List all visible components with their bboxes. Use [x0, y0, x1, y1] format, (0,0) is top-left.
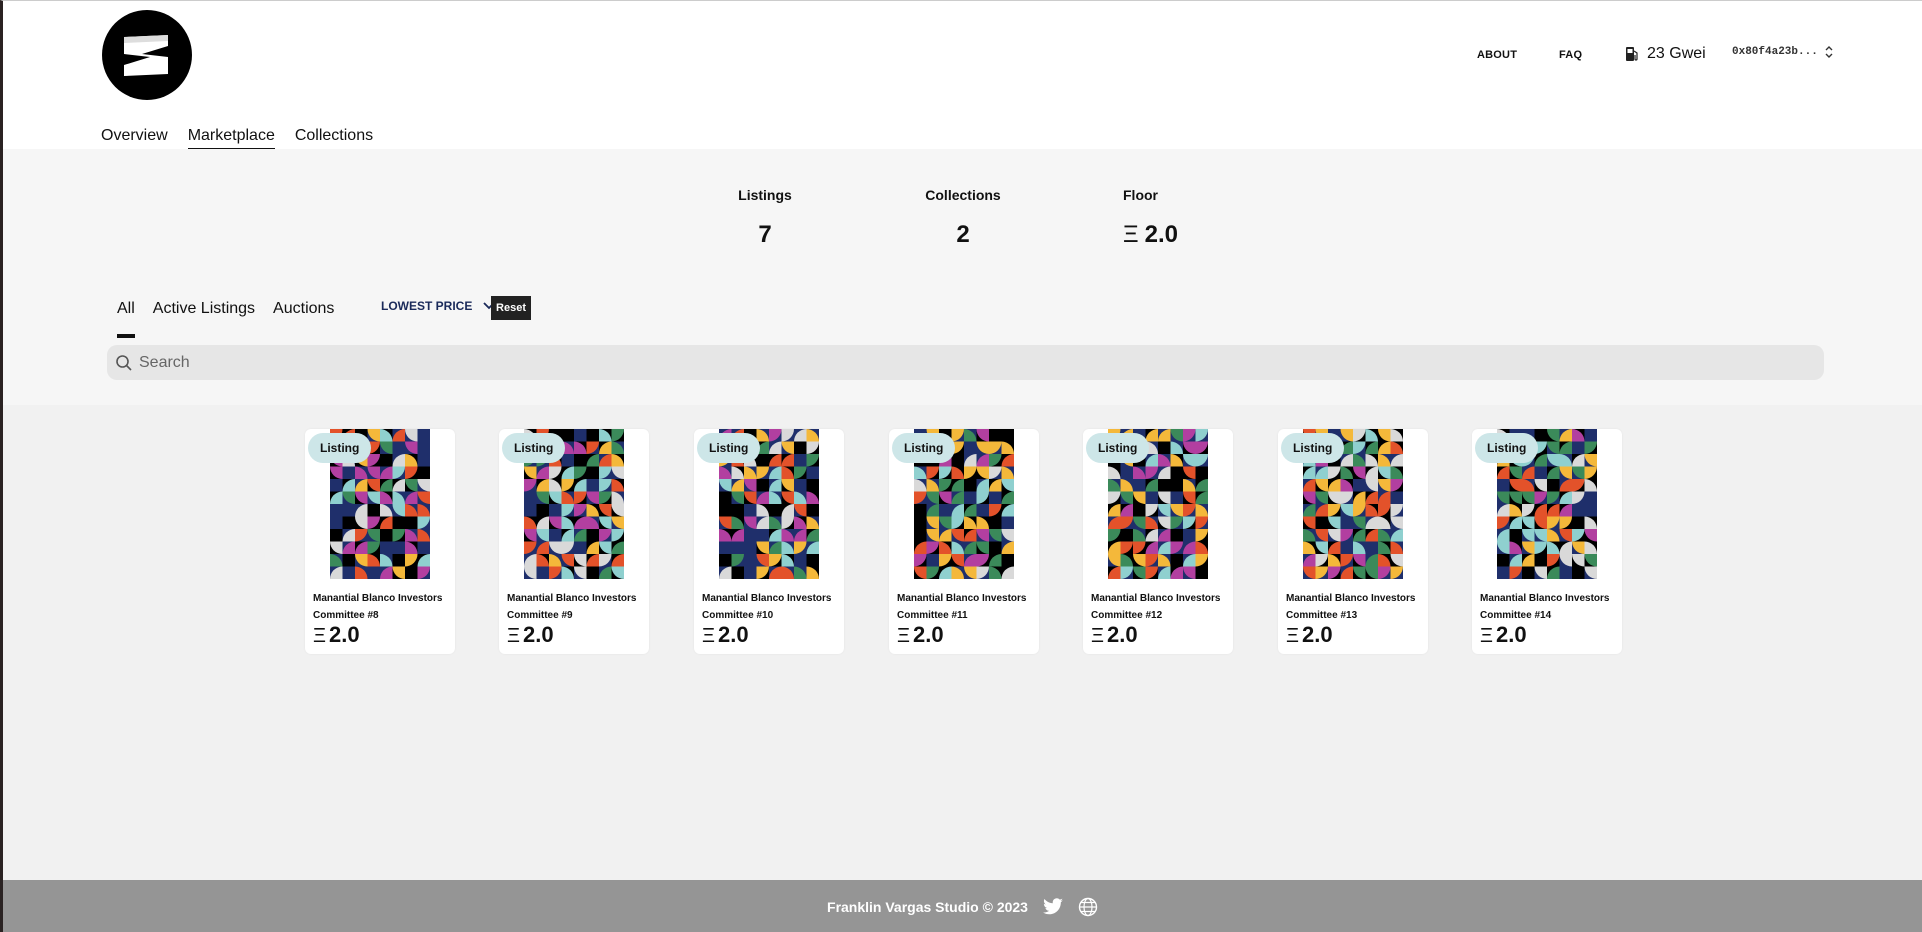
- nft-title: Manantial Blanco Investors Committee #14: [1480, 593, 1610, 621]
- eth-icon: Ξ: [897, 625, 910, 647]
- nft-price-value: 2.0: [523, 622, 554, 647]
- nft-card[interactable]: Listing Manantial Blanco Investors Commit…: [1278, 429, 1428, 654]
- about-link[interactable]: ABOUT: [1477, 49, 1517, 61]
- nft-price-value: 2.0: [1107, 622, 1138, 647]
- search-icon: [116, 354, 132, 371]
- nft-price-value: 2.0: [718, 622, 749, 647]
- nft-card[interactable]: Listing Manantial Blanco Investors Commit…: [1083, 429, 1233, 654]
- twitter-icon[interactable]: [1042, 897, 1064, 916]
- eth-icon: Ξ: [1286, 625, 1299, 647]
- footer-copyright: Franklin Vargas Studio © 2023: [827, 898, 1028, 915]
- sort-label: LOWEST PRICE: [381, 299, 473, 313]
- filter-tab-active-listings[interactable]: Active Listings: [153, 300, 255, 338]
- tab-collections[interactable]: Collections: [295, 127, 373, 151]
- stat-listings: Listings 7: [725, 187, 805, 249]
- eth-icon: Ξ: [702, 625, 715, 647]
- stat-label: Listings: [738, 187, 792, 203]
- nft-price: Ξ 2.0: [313, 622, 360, 648]
- nft-card[interactable]: Listing Manantial Blanco Investors Commit…: [889, 429, 1039, 654]
- stat-floor: Floor Ξ 2.0: [1123, 187, 1183, 249]
- header: ABOUT FAQ 23 Gwei 0x80f4a23b... Overview…: [3, 1, 1922, 151]
- nft-price: Ξ 2.0: [507, 622, 554, 648]
- faq-link[interactable]: FAQ: [1559, 49, 1582, 61]
- globe-icon[interactable]: [1078, 897, 1098, 917]
- wallet-selector[interactable]: 0x80f4a23b...: [1732, 45, 1834, 59]
- filters-panel: Listings 7 Collections 2 Floor Ξ 2.0 All …: [3, 149, 1922, 405]
- stat-label: Floor: [1123, 187, 1158, 203]
- nft-title: Manantial Blanco Investors Committee #13: [1286, 593, 1416, 621]
- eth-icon: Ξ: [507, 625, 520, 647]
- nft-price-value: 2.0: [1302, 622, 1333, 647]
- nft-price: Ξ 2.0: [1286, 622, 1333, 648]
- eth-icon: Ξ: [1091, 625, 1104, 647]
- footer: Franklin Vargas Studio © 2023: [3, 880, 1922, 932]
- tab-marketplace[interactable]: Marketplace: [187, 127, 275, 151]
- wallet-address: 0x80f4a23b...: [1732, 46, 1818, 58]
- eth-icon: Ξ: [1123, 221, 1139, 248]
- stat-label: Collections: [925, 187, 1001, 203]
- nft-title: Manantial Blanco Investors Committee #8: [313, 593, 443, 621]
- nft-price: Ξ 2.0: [1480, 622, 1527, 648]
- eth-icon: Ξ: [313, 625, 326, 647]
- logo[interactable]: [102, 10, 192, 100]
- floor-value: 2.0: [1144, 221, 1178, 248]
- nft-price: Ξ 2.0: [702, 622, 749, 648]
- logo-mark-icon: [124, 35, 168, 76]
- nft-price-value: 2.0: [329, 622, 360, 647]
- listing-badge: Listing: [1281, 433, 1345, 463]
- listing-badge: Listing: [1086, 433, 1150, 463]
- nft-price-value: 2.0: [1496, 622, 1527, 647]
- listing-badge: Listing: [308, 433, 372, 463]
- filter-tab-all[interactable]: All: [117, 300, 135, 338]
- listing-badge: Listing: [1475, 433, 1539, 463]
- main-tabs: Overview Marketplace Collections: [101, 127, 373, 151]
- stat-collections: Collections 2: [913, 187, 1013, 249]
- nft-card[interactable]: Listing Manantial Blanco Investors Commit…: [1472, 429, 1622, 654]
- listing-filter-tabs: All Active Listings Auctions: [117, 300, 334, 338]
- nft-title: Manantial Blanco Investors Committee #10: [702, 593, 832, 621]
- stat-value: 7: [758, 221, 772, 248]
- stat-value: Ξ 2.0: [1123, 221, 1183, 249]
- chevron-updown-icon: [1825, 46, 1833, 58]
- filter-tab-auctions[interactable]: Auctions: [273, 300, 334, 338]
- nft-title: Manantial Blanco Investors Committee #11: [897, 593, 1027, 621]
- nft-price-value: 2.0: [913, 622, 944, 647]
- nft-card[interactable]: Listing Manantial Blanco Investors Commit…: [305, 429, 455, 654]
- nft-card[interactable]: Listing Manantial Blanco Investors Commit…: [499, 429, 649, 654]
- sort-dropdown[interactable]: LOWEST PRICE: [381, 299, 496, 313]
- eth-icon: Ξ: [1480, 625, 1493, 647]
- gas-pump-icon: [1626, 47, 1638, 61]
- listings-grid: Listing Manantial Blanco Investors Commit…: [3, 405, 1922, 880]
- nft-card[interactable]: Listing Manantial Blanco Investors Commit…: [694, 429, 844, 654]
- nft-title: Manantial Blanco Investors Committee #9: [507, 593, 637, 621]
- nft-price: Ξ 2.0: [1091, 622, 1138, 648]
- gas-price-value: 23 Gwei: [1647, 45, 1706, 62]
- listing-badge: Listing: [697, 433, 761, 463]
- tab-overview[interactable]: Overview: [101, 127, 168, 151]
- stat-value: 2: [956, 221, 970, 248]
- nft-title: Manantial Blanco Investors Committee #12: [1091, 593, 1221, 621]
- listing-badge: Listing: [502, 433, 566, 463]
- listing-badge: Listing: [892, 433, 956, 463]
- search-input[interactable]: [139, 353, 1739, 372]
- gas-price: 23 Gwei: [1625, 45, 1706, 63]
- reset-button[interactable]: Reset: [491, 296, 531, 320]
- nft-price: Ξ 2.0: [897, 622, 944, 648]
- search-bar: [107, 345, 1824, 380]
